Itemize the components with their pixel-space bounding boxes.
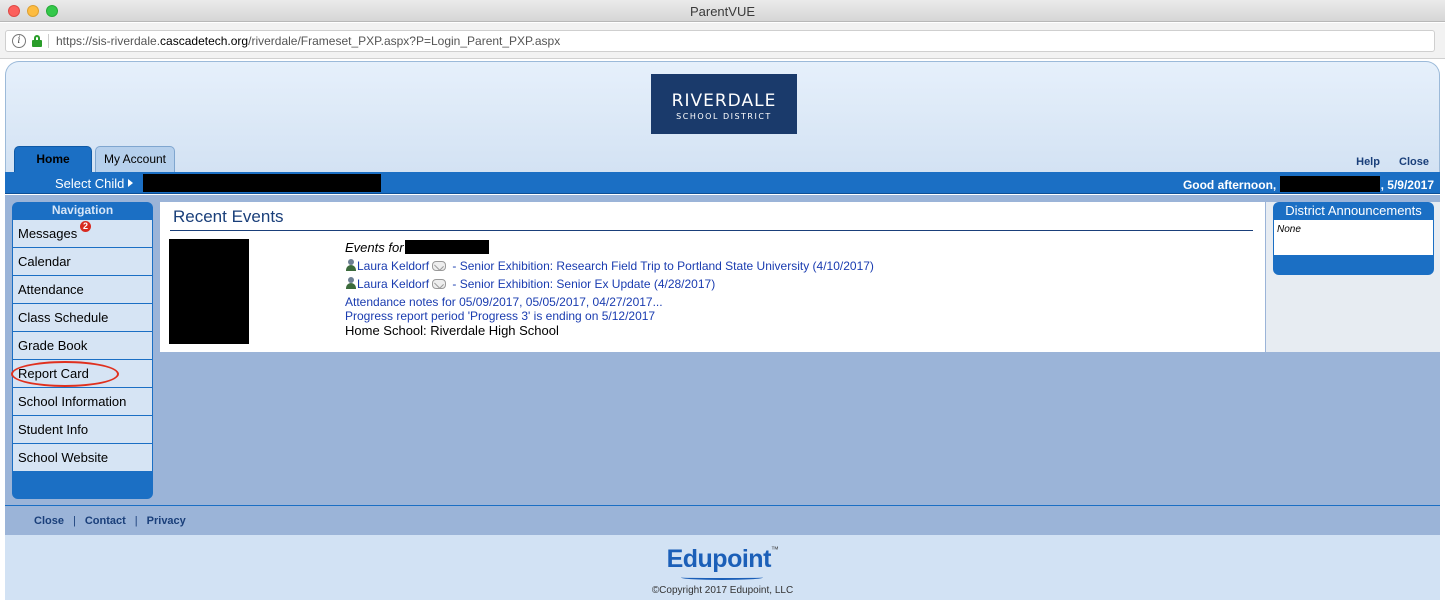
tab-home[interactable]: Home bbox=[14, 146, 92, 173]
footer-branding: Edupoint™ ©Copyright 2017 Edupoint, LLC bbox=[5, 535, 1440, 600]
main-content: Navigation Messages 2 Calendar Attendanc… bbox=[5, 195, 1440, 505]
info-icon[interactable]: i bbox=[12, 34, 26, 48]
nav-item-school-website[interactable]: School Website bbox=[13, 444, 152, 472]
nav-item-grade-book[interactable]: Grade Book bbox=[13, 332, 152, 360]
events-list: Events for Laura Keldorf - Senior Exhibi… bbox=[345, 240, 1245, 339]
footer-contact-link[interactable]: Contact bbox=[85, 515, 126, 527]
recent-events-panel: Recent Events Events for Laura Keldorf -… bbox=[160, 202, 1265, 352]
url-path: /riverdale/Frameset_PXP.aspx?P=Login_Par… bbox=[248, 34, 561, 48]
district-logo: RIVERDALE SCHOOL DISTRICT bbox=[651, 74, 797, 134]
logo-line2: SCHOOL DISTRICT bbox=[676, 112, 772, 121]
footer-privacy-link[interactable]: Privacy bbox=[147, 515, 186, 527]
footer-links: Close | Contact | Privacy bbox=[34, 515, 186, 527]
url-separator bbox=[48, 34, 49, 48]
student-photo-redacted bbox=[169, 239, 249, 344]
teacher-icon bbox=[345, 277, 357, 290]
footer-links-bar: Close | Contact | Privacy bbox=[5, 505, 1440, 535]
select-child-label: Select Child bbox=[55, 176, 125, 191]
progress-note-item: Progress report period 'Progress 3' is e… bbox=[345, 308, 1245, 323]
tab-my-account[interactable]: My Account bbox=[95, 146, 175, 173]
url-text[interactable]: https://sis-riverdale.cascadetech.org/ri… bbox=[56, 34, 560, 48]
navigation-panel: Navigation Messages 2 Calendar Attendanc… bbox=[11, 202, 153, 499]
page-header: RIVERDALE SCHOOL DISTRICT Home My Accoun… bbox=[5, 61, 1440, 173]
help-link[interactable]: Help bbox=[1356, 156, 1380, 168]
district-announcements-title: District Announcements bbox=[1285, 203, 1422, 218]
footer-separator: | bbox=[134, 515, 138, 527]
attendance-notes-link[interactable]: Attendance notes for 05/09/2017, 05/05/2… bbox=[345, 295, 663, 309]
nav-item-label: Messages bbox=[18, 226, 78, 241]
district-announcements-panel: District Announcements None bbox=[1273, 202, 1434, 275]
navigation-title: Navigation bbox=[51, 203, 114, 217]
event-author-link[interactable]: Laura Keldorf bbox=[357, 259, 429, 273]
triangle-right-icon bbox=[128, 179, 134, 187]
browser-toolbar: i https://sis-riverdale.cascadetech.org/… bbox=[0, 23, 1445, 59]
nav-item-messages[interactable]: Messages 2 bbox=[13, 220, 152, 248]
close-link[interactable]: Close bbox=[1399, 156, 1429, 168]
edupoint-swoosh bbox=[681, 575, 763, 580]
nav-item-school-information[interactable]: School Information bbox=[13, 388, 152, 416]
greeting-text: Good afternoon, bbox=[1182, 178, 1277, 192]
messages-count-badge: 2 bbox=[80, 221, 91, 232]
logo-line1: RIVERDALE bbox=[671, 91, 777, 111]
attendance-note-item: Attendance notes for 05/09/2017, 05/05/2… bbox=[345, 294, 1245, 309]
parentvue-app: RIVERDALE SCHOOL DISTRICT Home My Accoun… bbox=[5, 61, 1440, 600]
edupoint-wordmark: Edupoint bbox=[666, 545, 772, 573]
edupoint-logo: Edupoint™ bbox=[5, 545, 1440, 574]
parent-name-redacted bbox=[1279, 176, 1380, 192]
window-title: ParentVUE bbox=[689, 4, 756, 19]
greeting: Good afternoon, , 5/9/2017 bbox=[1183, 176, 1434, 192]
nav-item-report-card[interactable]: Report Card bbox=[11, 360, 152, 388]
url-prefix: https://sis-riverdale. bbox=[56, 34, 161, 48]
window-title-bar: ParentVUE bbox=[0, 0, 1445, 22]
lock-icon[interactable] bbox=[32, 35, 42, 47]
email-icon[interactable] bbox=[432, 261, 447, 271]
event-link[interactable]: - Senior Exhibition: Senior Ex Update (4… bbox=[449, 277, 715, 291]
email-icon[interactable] bbox=[432, 279, 447, 289]
recent-events-title: Recent Events bbox=[173, 207, 284, 226]
nav-item-student-info[interactable]: Student Info bbox=[13, 416, 152, 444]
event-link[interactable]: - Senior Exhibition: Research Field Trip… bbox=[449, 259, 874, 273]
child-name-redacted[interactable] bbox=[143, 174, 381, 192]
select-child-button[interactable]: Select Child bbox=[55, 176, 134, 191]
events-for-label: Events for bbox=[345, 240, 404, 255]
header-links: Help Close bbox=[1340, 156, 1429, 168]
greeting-date: , 5/9/2017 bbox=[1380, 178, 1434, 192]
trademark-mark: ™ bbox=[770, 545, 779, 554]
address-bar[interactable]: i https://sis-riverdale.cascadetech.org/… bbox=[5, 30, 1435, 52]
progress-report-link[interactable]: Progress report period 'Progress 3' is e… bbox=[345, 309, 655, 323]
divider bbox=[170, 230, 1253, 231]
teacher-icon bbox=[345, 259, 357, 272]
district-announcements-body: None bbox=[1274, 220, 1433, 255]
event-author-link[interactable]: Laura Keldorf bbox=[357, 277, 429, 291]
url-host: cascadetech.org bbox=[160, 34, 249, 48]
child-selector-bar: Select Child Good afternoon, , 5/9/2017 bbox=[5, 172, 1440, 194]
highlight-circle-annotation bbox=[11, 361, 119, 387]
nav-item-calendar[interactable]: Calendar bbox=[13, 248, 152, 276]
event-item: Laura Keldorf - Senior Exhibition: Resea… bbox=[345, 258, 1245, 276]
event-item: Laura Keldorf - Senior Exhibition: Senio… bbox=[345, 276, 1245, 294]
student-name-redacted bbox=[404, 240, 489, 254]
footer-separator: | bbox=[72, 515, 76, 527]
home-school-text: Home School: Riverdale High School bbox=[345, 323, 559, 338]
copyright-text: ©Copyright 2017 Edupoint, LLC bbox=[651, 585, 794, 596]
nav-item-class-schedule[interactable]: Class Schedule bbox=[13, 304, 152, 332]
events-for-heading: Events for bbox=[345, 240, 1245, 258]
footer-close-link[interactable]: Close bbox=[34, 515, 64, 527]
nav-item-attendance[interactable]: Attendance bbox=[13, 276, 152, 304]
